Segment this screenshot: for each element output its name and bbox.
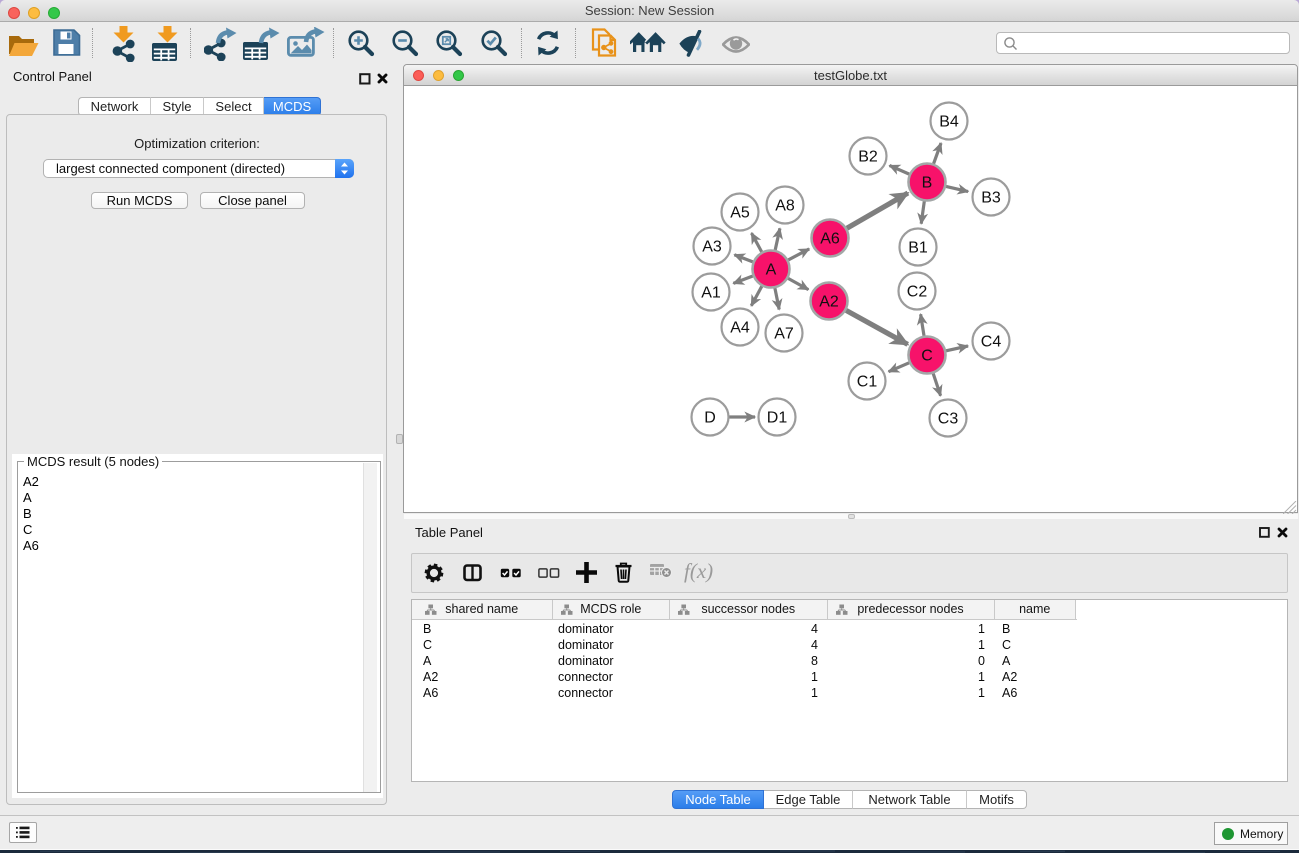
svg-text:A: A <box>766 262 777 279</box>
svg-text:A5: A5 <box>730 205 750 222</box>
svg-text:B: B <box>922 175 933 192</box>
svg-text:C3: C3 <box>938 411 959 428</box>
svg-text:D: D <box>704 410 716 427</box>
svg-text:B1: B1 <box>908 240 928 257</box>
svg-text:A8: A8 <box>775 198 795 215</box>
svg-text:C2: C2 <box>907 284 928 301</box>
svg-text:C4: C4 <box>981 334 1002 351</box>
svg-text:A2: A2 <box>819 294 839 311</box>
svg-text:A7: A7 <box>774 326 794 343</box>
svg-text:A4: A4 <box>730 320 750 337</box>
svg-text:A3: A3 <box>702 239 722 256</box>
svg-text:C1: C1 <box>857 374 878 391</box>
svg-text:B2: B2 <box>858 149 878 166</box>
svg-text:D1: D1 <box>767 410 788 427</box>
svg-text:B3: B3 <box>981 190 1001 207</box>
svg-text:A6: A6 <box>820 231 840 248</box>
svg-text:B4: B4 <box>939 114 959 131</box>
svg-text:A1: A1 <box>701 285 721 302</box>
svg-text:C: C <box>921 348 933 365</box>
